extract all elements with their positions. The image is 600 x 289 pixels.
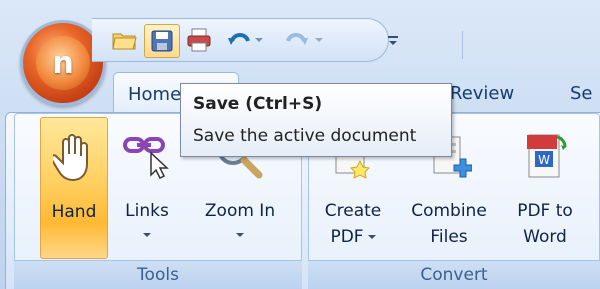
quick-access-toolbar xyxy=(92,18,463,62)
group-convert-caption: Convert xyxy=(308,260,600,289)
links-dropdown-icon[interactable] xyxy=(143,233,151,237)
create-pdf-label2: PDF xyxy=(330,227,364,247)
create-pdf-label1: Create xyxy=(324,201,382,221)
print-icon[interactable] xyxy=(182,24,216,56)
tooltip-description: Save the active document xyxy=(193,126,417,146)
hand-label: Hand xyxy=(51,202,97,222)
pdf-to-word-label2: Word xyxy=(523,227,567,247)
hand-icon xyxy=(53,134,88,182)
svg-text:W: W xyxy=(538,153,550,167)
links-label: Links xyxy=(125,201,169,221)
create-pdf-dropdown-icon[interactable] xyxy=(367,235,376,239)
combine-files-label2: Files xyxy=(430,227,468,247)
redo-dropdown-icon[interactable] xyxy=(312,24,326,56)
tab-review-label: Review xyxy=(450,83,515,104)
zoom-in-label: Zoom In xyxy=(204,201,276,221)
combine-files-label1: Combine xyxy=(411,201,487,221)
tab-partial[interactable]: Se xyxy=(556,72,600,112)
undo-icon[interactable] xyxy=(222,24,256,56)
zoom-in-dropdown-icon[interactable] xyxy=(236,233,244,237)
redo-icon[interactable] xyxy=(280,24,314,56)
hand-button[interactable]: Hand xyxy=(40,117,108,259)
tooltip-title: Save (Ctrl+S) xyxy=(193,94,323,114)
qat-separator xyxy=(462,31,463,59)
group-tools-caption: Tools xyxy=(14,260,302,289)
application-window: n Home Review Se Hand Links Zoom In Tool… xyxy=(0,0,600,289)
pdf-to-word-icon: W xyxy=(527,134,567,178)
undo-dropdown-icon[interactable] xyxy=(252,24,266,56)
pdf-to-word-label1: PDF to xyxy=(517,201,573,221)
open-folder-icon[interactable] xyxy=(108,24,142,56)
save-icon[interactable] xyxy=(144,24,180,58)
tab-partial-label: Se xyxy=(570,83,593,104)
tab-home-label: Home xyxy=(128,84,182,105)
save-tooltip: Save (Ctrl+S) Save the active document xyxy=(180,83,452,157)
links-icon xyxy=(123,137,169,179)
links-button[interactable]: Links xyxy=(118,117,176,257)
customize-qat-icon[interactable] xyxy=(386,24,400,56)
pdf-to-word-button[interactable]: W PDF to Word xyxy=(506,117,584,257)
